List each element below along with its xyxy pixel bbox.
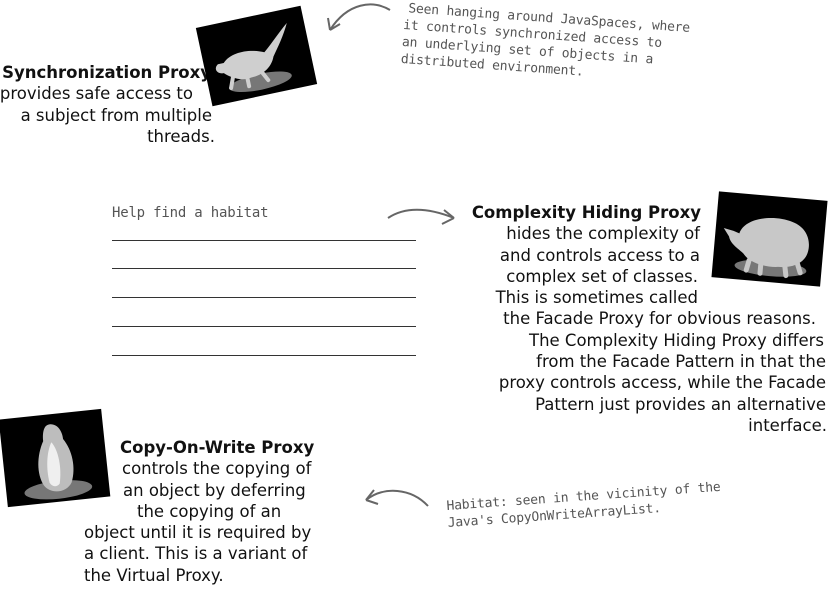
complexity-line-3: complex set of classes. (506, 266, 698, 286)
cow-line-5: a client. This is a variant of (84, 544, 308, 564)
sync-proxy-line-3: threads. (147, 126, 215, 146)
cow-line-4: object until it is required by (84, 523, 312, 543)
cow-line-1: controls the copying of (122, 459, 312, 479)
sync-proxy-title: Synchronization Proxy (2, 63, 211, 82)
complexity-line-2: and controls access to a (499, 245, 700, 265)
sync-proxy-line-1: provides safe access to (0, 84, 193, 104)
cow-proxy-title: Copy-On-Write Proxy (120, 438, 315, 457)
cow-line-6: the Virtual Proxy. (84, 565, 224, 585)
lizard-photo-icon (195, 5, 318, 107)
complexity-line-1: hides the complexity of (506, 224, 700, 244)
complexity-line-6: The Complexity Hiding Proxy differs (529, 330, 824, 350)
cow-habitat-note: Habitat: seen in the vicinity of the Jav… (446, 477, 748, 532)
complexity-line-7: from the Facade Pattern in that the (536, 352, 826, 372)
complexity-proxy-title: Complexity Hiding Proxy (471, 203, 701, 222)
complexity-line-5: the Facade Proxy for obvious reasons. (503, 309, 816, 329)
arrow-to-cow-icon (365, 489, 429, 507)
cow-proxy-entry: Copy-On-Write Proxy controls the copying… (84, 437, 324, 586)
habitat-line-5[interactable] (112, 355, 416, 356)
complexity-line-8: proxy controls access, while the Facade (498, 373, 826, 393)
cow-line-2: an object by deferring (123, 480, 306, 500)
sync-proxy-entry: Synchronization Proxy provides safe acce… (0, 62, 215, 147)
sync-proxy-line-2: a subject from multiple (20, 105, 212, 125)
complexity-line-9: Pattern just provides an alternative (535, 394, 826, 414)
habitat-form-label: Help find a habitat (112, 205, 269, 221)
sync-habitat-note: Seen hanging around JavaSpaces, where it… (400, 0, 704, 89)
rhino-photo-icon (711, 191, 828, 287)
complexity-line-4: This is sometimes called (495, 288, 698, 308)
habitat-line-4[interactable] (112, 326, 416, 327)
arrow-to-sync-icon (327, 3, 391, 31)
complexity-line-10: interface. (748, 415, 827, 435)
cow-line-3: the copying of an (137, 501, 282, 521)
